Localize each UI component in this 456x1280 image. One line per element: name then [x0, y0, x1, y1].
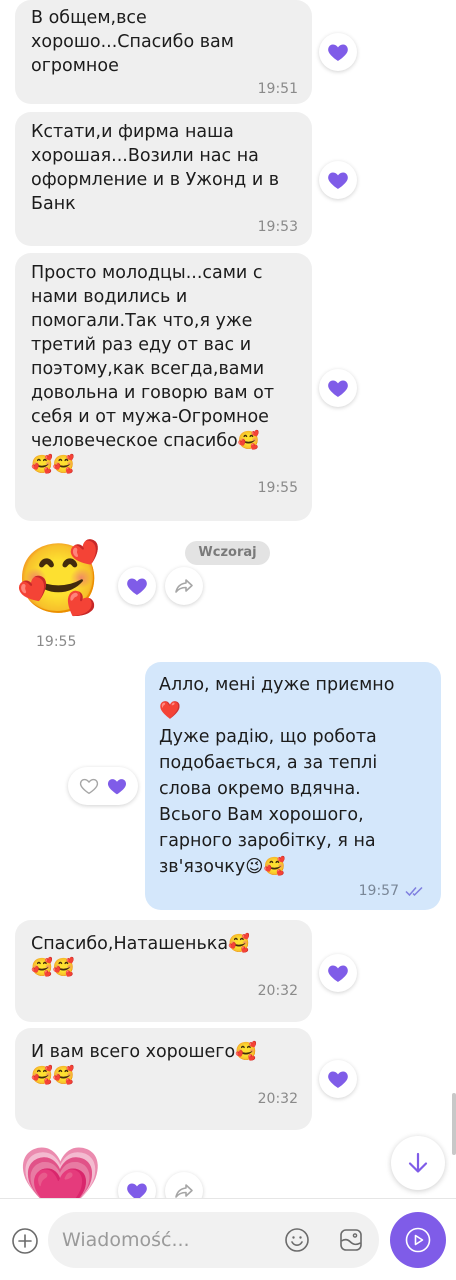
- message-text: Алло, мені дуже приємно ❤️ Дуже радію, щ…: [159, 675, 395, 877]
- forward-icon: [175, 579, 193, 593]
- scroll-down-button[interactable]: [391, 1136, 445, 1190]
- incoming-message[interactable]: В общем,все хорошо...Спасибо вам огромно…: [15, 0, 312, 104]
- incoming-message[interactable]: Кстати,и фирма наша хорошая...Возили нас…: [15, 112, 312, 246]
- like-button[interactable]: [319, 161, 357, 199]
- heart-filled-icon: [127, 578, 147, 595]
- sticker-button[interactable]: [337, 1226, 365, 1254]
- heart-filled-icon: [328, 380, 348, 397]
- composer-bar: [0, 1198, 456, 1280]
- message-time: 19:55: [36, 634, 77, 650]
- emoji-button[interactable]: [283, 1226, 311, 1254]
- message-text: И вам всего хорошего🥰 🥰🥰: [31, 1042, 257, 1086]
- message-time: 20:32: [257, 983, 298, 999]
- arrow-down-icon: [408, 1152, 428, 1173]
- message-input[interactable]: [62, 1212, 277, 1268]
- message-text: Кстати,и фирма наша хорошая...Возили нас…: [31, 122, 280, 214]
- sticker-icon: [340, 1229, 362, 1251]
- send-button[interactable]: [390, 1212, 446, 1268]
- message-text: В общем,все хорошо...Спасибо вам огромно…: [31, 8, 234, 76]
- send-icon: [405, 1227, 431, 1253]
- like-button[interactable]: [319, 369, 357, 407]
- scrollbar-thumb[interactable]: [452, 1093, 456, 1155]
- incoming-message[interactable]: Просто молодцы...сами с нами водились и …: [15, 253, 312, 521]
- date-divider: Wczoraj: [185, 541, 270, 565]
- message-status: 19:57: [159, 882, 427, 908]
- message-time: 19:53: [257, 219, 298, 235]
- message-time: 19:57: [358, 883, 399, 899]
- incoming-message[interactable]: Спасибо,Наташенька🥰 🥰🥰 20:32: [15, 920, 312, 1022]
- smiley-icon: [285, 1228, 309, 1252]
- heart-filled-icon: [328, 965, 348, 982]
- sticker-emoji[interactable]: 🥰: [16, 540, 101, 620]
- reaction-pill[interactable]: [68, 767, 138, 805]
- forward-button[interactable]: [165, 567, 203, 605]
- like-button[interactable]: [319, 954, 357, 992]
- heart-filled-icon: [107, 779, 127, 795]
- add-attachment-button[interactable]: [10, 1226, 40, 1256]
- heart-outline-icon[interactable]: [78, 775, 100, 797]
- incoming-message[interactable]: И вам всего хорошего🥰 🥰🥰 20:32: [15, 1028, 312, 1130]
- heart-filled-icon: [328, 1071, 348, 1088]
- message-time: 19:55: [257, 480, 298, 496]
- plus-circle-icon: [12, 1228, 38, 1254]
- message-input-box: [48, 1212, 379, 1268]
- like-button[interactable]: [118, 567, 156, 605]
- like-button[interactable]: [319, 1060, 357, 1098]
- message-text: Просто молодцы...сами с нами водились и …: [31, 263, 275, 475]
- heart-filled-icon: [328, 44, 348, 61]
- like-button[interactable]: [319, 33, 357, 71]
- message-text: Спасибо,Наташенька🥰 🥰🥰: [31, 934, 250, 978]
- heart-filled-icon: [328, 172, 348, 189]
- outgoing-message[interactable]: Алло, мені дуже приємно ❤️ Дуже радію, щ…: [145, 662, 441, 910]
- message-time: 20:32: [257, 1091, 298, 1107]
- double-check-icon: [405, 886, 423, 897]
- message-time: 19:51: [257, 81, 298, 97]
